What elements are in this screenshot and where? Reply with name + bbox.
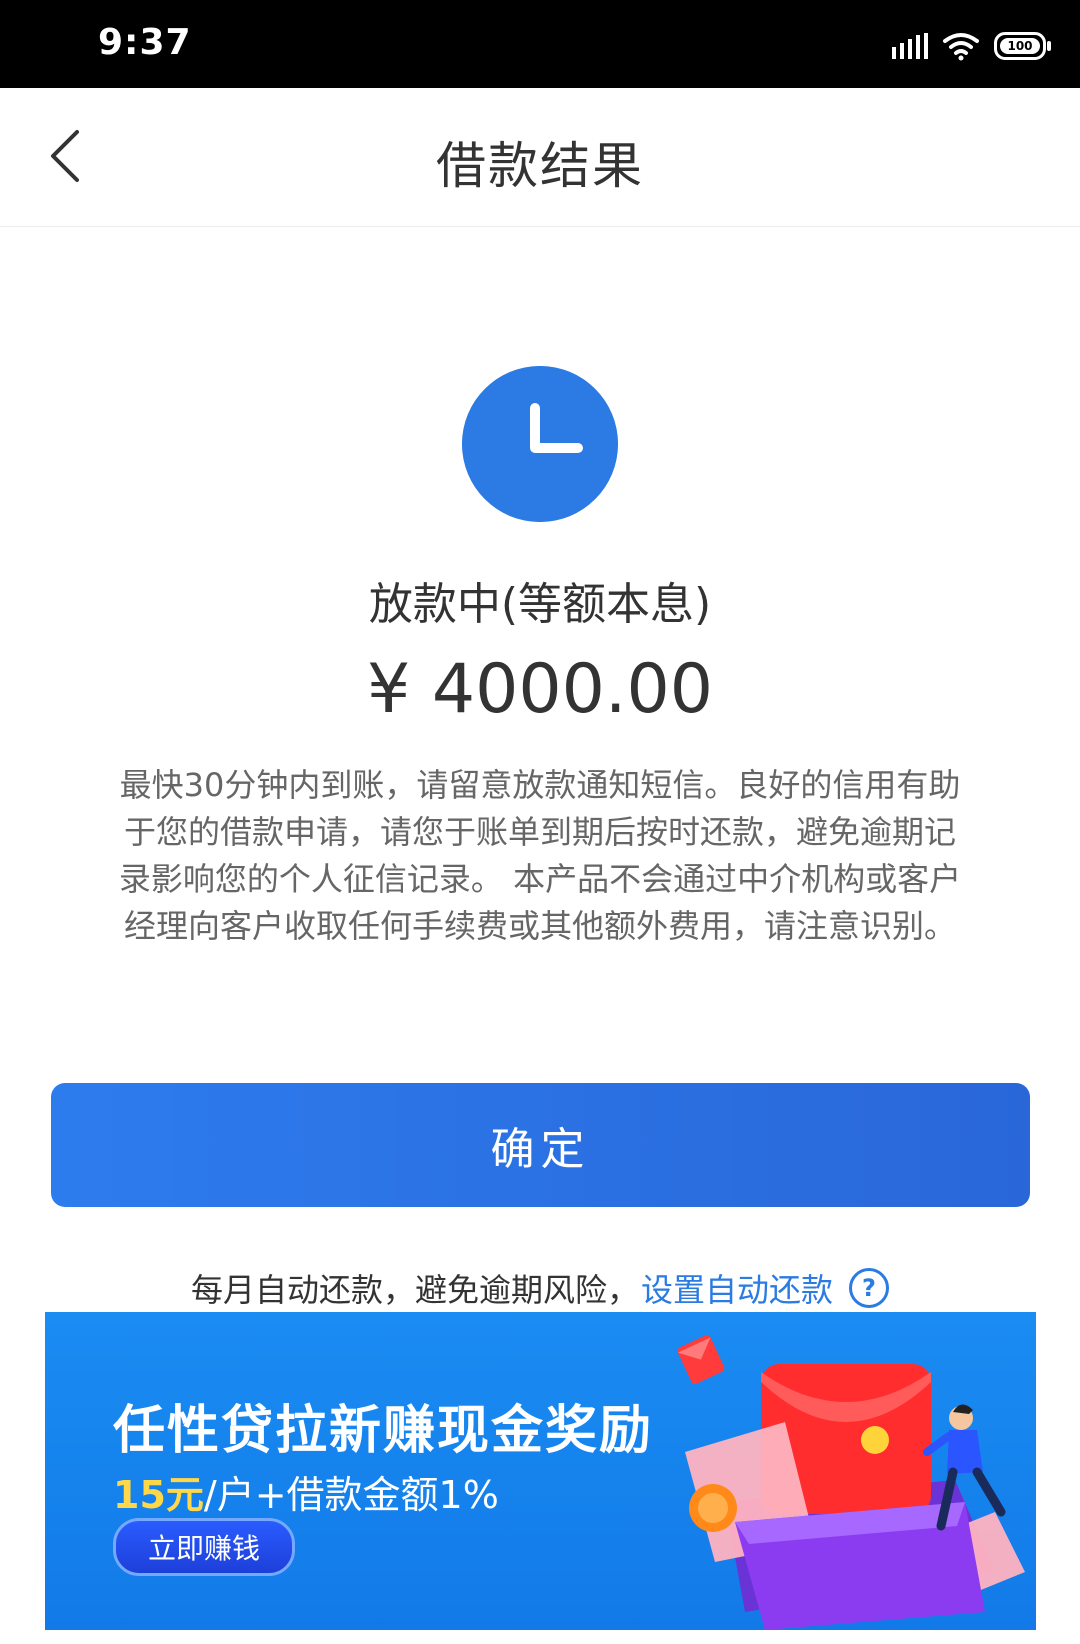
help-icon[interactable]: ? (849, 1268, 890, 1308)
promo-subtitle: 15元/户+借款金额1% (113, 1464, 499, 1519)
clock-icon (462, 366, 618, 522)
loan-amount: ¥ 4000.00 (366, 650, 714, 729)
status-time: 9:37 (98, 22, 192, 63)
earn-now-button[interactable]: 立即赚钱 (113, 1518, 295, 1576)
promo-subtitle-rest: /户+借款金额1% (203, 1473, 499, 1517)
red-envelope-illustration (677, 1335, 1025, 1630)
nav-bar: 借款结果 (0, 88, 1080, 227)
set-autorepay-link[interactable]: 设置自动还款 (641, 1265, 833, 1311)
confirm-button[interactable]: 确定 (51, 1083, 1030, 1207)
promo-title: 任性贷拉新赚现金奖励 (113, 1401, 654, 1461)
status-icons: 100 (892, 28, 1051, 64)
promo-banner[interactable]: 任性贷拉新赚现金奖励 15元/户+借款金额1% 立即赚钱 (45, 1312, 1036, 1630)
status-bar: 9:37 100 (0, 0, 1080, 88)
loan-notice: 最快30分钟内到账，请留意放款通知短信。良好的信用有助于您的借款申请，请您于账单… (118, 766, 962, 945)
page-title: 借款结果 (436, 137, 644, 195)
signal-icon (892, 33, 928, 59)
wifi-icon (943, 33, 979, 61)
loan-status: 放款中(等额本息) (368, 579, 712, 630)
autorepay-tip: 每月自动还款，避免逾期风险， (190, 1271, 639, 1309)
battery-level: 100 (1007, 39, 1033, 53)
battery-icon: 100 (994, 32, 1051, 60)
promo-reward: 15元 (113, 1473, 204, 1517)
autorepay-row: 每月自动还款，避免逾期风险， 设置自动还款 ? (0, 1266, 1080, 1310)
